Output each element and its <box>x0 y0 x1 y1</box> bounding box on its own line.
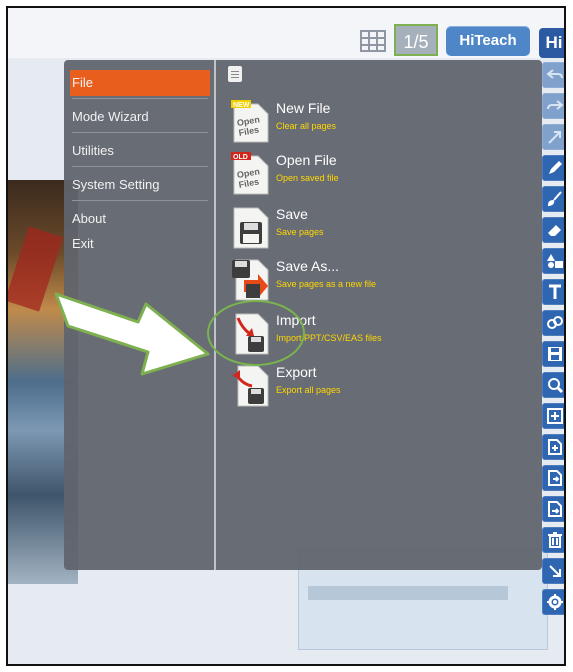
import-highlight-ellipse <box>207 300 305 366</box>
page-indicator[interactable]: 1/5 <box>394 24 438 56</box>
shapes-icon[interactable] <box>542 248 564 274</box>
save-as-icon <box>230 256 272 302</box>
menu-divider <box>72 166 208 167</box>
eraser-icon[interactable] <box>542 217 564 243</box>
save-title: Save <box>276 206 308 222</box>
grid-icon[interactable] <box>360 30 386 52</box>
new-badge-text: NEW <box>233 102 250 109</box>
export-description: Export all pages <box>276 385 341 395</box>
open-file-title: Open File <box>276 152 337 168</box>
menu-divider <box>72 200 208 201</box>
save-option[interactable]: Save Save pages <box>218 204 538 252</box>
zoom-icon[interactable] <box>542 372 564 398</box>
export-title: Export <box>276 364 317 380</box>
export-option[interactable]: Export Export all pages <box>218 362 538 410</box>
menu-divider <box>72 98 208 99</box>
open-file-icon: OLD Open Files <box>230 150 272 196</box>
export-icon <box>230 362 272 408</box>
screenshot-frame: 1/5 HiTeach Hi File Mode Wizard Utilitie… <box>6 6 566 666</box>
save-description: Save pages <box>276 227 324 237</box>
text-icon[interactable] <box>542 279 564 305</box>
new-file-description: Clear all pages <box>276 121 337 131</box>
save-page-icon[interactable] <box>542 341 564 367</box>
right-toolbar <box>542 62 564 615</box>
save-as-title: Save As... <box>276 258 340 274</box>
open-file-description: Open saved file <box>276 173 339 183</box>
collapse-icon[interactable] <box>542 558 564 584</box>
pen-icon[interactable] <box>542 155 564 181</box>
menu-item-utilities[interactable]: Utilities <box>70 138 210 164</box>
menu-item-file[interactable]: File <box>70 70 210 96</box>
menu-item-system-setting[interactable]: System Setting <box>70 172 210 198</box>
save-as-option[interactable]: Save As... Save pages as a new file <box>218 256 538 304</box>
menu-divider <box>72 132 208 133</box>
new-file-icon: NEW Open Files <box>230 98 272 144</box>
menu-item-about[interactable]: About <box>70 206 210 232</box>
save-as-description: Save pages as a new file <box>276 279 377 289</box>
delete-page-icon[interactable] <box>542 527 564 553</box>
insert-page-after-icon[interactable] <box>542 465 564 491</box>
menu-item-mode-wizard[interactable]: Mode Wizard <box>70 104 210 130</box>
brush-icon[interactable] <box>542 186 564 212</box>
document-icon <box>228 66 242 82</box>
hiteach-button[interactable]: HiTeach <box>446 26 530 56</box>
background-panel-bar <box>308 586 508 600</box>
new-file-title: New File <box>276 100 331 116</box>
pointer-icon[interactable] <box>542 124 564 150</box>
menu-item-exit[interactable]: Exit <box>70 231 210 257</box>
undo-icon[interactable] <box>542 62 564 88</box>
old-badge-text: OLD <box>233 154 248 161</box>
duplicate-page-icon[interactable] <box>542 496 564 522</box>
settings-icon[interactable] <box>542 589 564 615</box>
insert-page-icon[interactable] <box>542 434 564 460</box>
save-icon <box>230 204 272 250</box>
link-icon[interactable] <box>542 310 564 336</box>
annotation-arrow-icon <box>54 270 214 382</box>
redo-icon[interactable] <box>542 93 564 119</box>
add-page-icon[interactable] <box>542 403 564 429</box>
hiteach-logo-button[interactable]: Hi <box>539 28 564 58</box>
new-file-option[interactable]: NEW Open Files New File Clear all pages <box>218 98 538 146</box>
open-file-option[interactable]: OLD Open Files Open File Open saved file <box>218 150 538 198</box>
